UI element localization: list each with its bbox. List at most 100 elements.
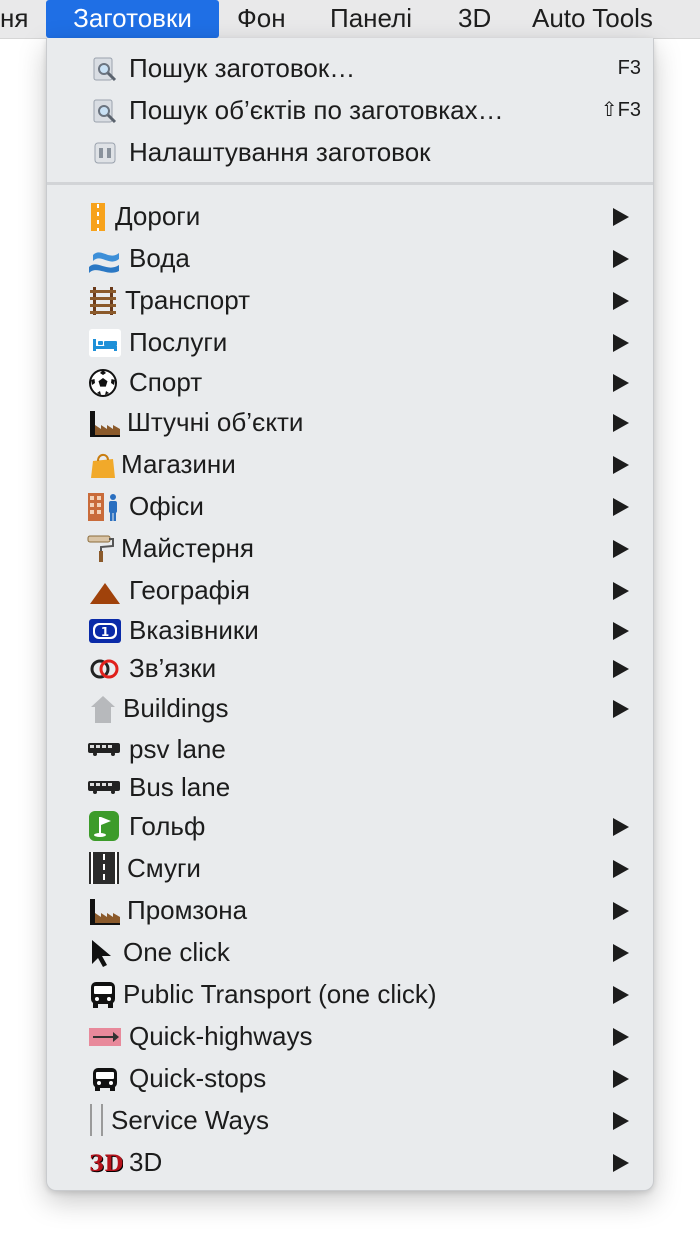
menu-item-label: Buildings <box>123 693 229 723</box>
submenu-arrow-icon <box>613 250 629 268</box>
bed-icon <box>89 329 121 357</box>
menubar-item-panels[interactable]: Панелі <box>330 0 412 38</box>
menu-item-quick-highways[interactable]: Quick-highways <box>47 1016 653 1056</box>
paint-roller-icon <box>87 535 115 563</box>
menu-item-label: Вказівники <box>129 615 259 645</box>
svg-text:1: 1 <box>101 625 109 639</box>
presets-dropdown-menu: Пошук заготовок… F3 Пошук об’єктів по за… <box>46 38 654 1191</box>
menu-item-label: Офіси <box>129 491 204 521</box>
menu-item-golf[interactable]: Гольф <box>47 806 653 846</box>
shortcut-label: F3 <box>617 57 641 79</box>
submenu-arrow-icon <box>613 700 629 718</box>
menu-item-label: Смуги <box>127 853 201 883</box>
submenu-arrow-icon <box>613 860 629 878</box>
menu-item-shops[interactable]: Магазини <box>47 444 653 484</box>
menu-item-geography[interactable]: Географія <box>47 570 653 610</box>
menu-bar: ня Заготовки Фон Панелі 3D Auto Tools <box>0 0 700 39</box>
menu-item-relations[interactable]: Зв’язки <box>47 648 653 688</box>
bus-side-icon <box>87 776 121 796</box>
menu-item-craft[interactable]: Майстерня <box>47 528 653 568</box>
submenu-arrow-icon <box>613 498 629 516</box>
menu-item-buildings[interactable]: Buildings <box>47 688 653 728</box>
menu-item-label: Дороги <box>115 201 201 231</box>
menu-item-label: 3D <box>129 1147 163 1177</box>
golf-flag-icon <box>89 811 119 841</box>
shopping-bag-icon <box>89 451 117 479</box>
menu-item-search-objects[interactable]: Пошук об’єктів по заготовках… ⇧F3 <box>47 90 653 130</box>
menu-item-label: Quick-stops <box>129 1063 267 1093</box>
menu-item-label: Промзона <box>127 895 248 925</box>
submenu-arrow-icon <box>613 902 629 920</box>
menu-item-lanes[interactable]: Смуги <box>47 848 653 888</box>
preset-preferences-icon <box>91 139 119 167</box>
menu-item-search-presets[interactable]: Пошук заготовок… F3 <box>47 48 653 88</box>
menu-item-quick-stops[interactable]: Quick-stops <box>47 1058 653 1098</box>
menu-item-label: Налаштування заготовок <box>129 137 431 167</box>
menu-separator <box>47 182 653 185</box>
submenu-arrow-icon <box>613 540 629 558</box>
railway-icon <box>89 287 117 315</box>
menu-item-label: Вода <box>129 243 190 273</box>
submenu-arrow-icon <box>613 660 629 678</box>
preset-search-icon <box>91 55 119 83</box>
menu-item-label: Послуги <box>129 327 228 357</box>
menubar-item-presets[interactable]: Заготовки <box>46 0 219 38</box>
submenu-arrow-icon <box>613 456 629 474</box>
bus-stop-icon <box>91 1065 119 1093</box>
submenu-arrow-icon <box>613 1070 629 1088</box>
menu-item-service-ways[interactable]: Service Ways <box>47 1100 653 1140</box>
water-icon <box>87 245 121 273</box>
submenu-arrow-icon <box>613 582 629 600</box>
factory-icon <box>89 409 121 437</box>
menu-item-psv-lane[interactable]: psv lane <box>47 732 653 772</box>
bus-side-icon <box>87 738 121 758</box>
menu-item-label: Штучні об’єкти <box>127 407 304 437</box>
menu-item-label: Магазини <box>121 449 236 479</box>
submenu-arrow-icon <box>613 1028 629 1046</box>
menu-item-label: Спорт <box>129 367 203 397</box>
menu-item-services[interactable]: Послуги <box>47 322 653 362</box>
menubar-item-auto-tools[interactable]: Auto Tools <box>532 0 653 38</box>
menu-item-label: Service Ways <box>111 1105 269 1135</box>
menu-item-man-made[interactable]: Штучні об’єкти <box>47 402 653 442</box>
menu-item-label: Пошук заготовок… <box>129 53 356 83</box>
menu-item-public-transport[interactable]: Public Transport (one click) <box>47 974 653 1014</box>
menu-item-offices[interactable]: Офіси <box>47 486 653 526</box>
soccer-ball-icon <box>89 369 117 397</box>
cursor-arrow-icon <box>89 939 117 967</box>
menu-item-one-click[interactable]: One click <box>47 932 653 972</box>
route-shield-icon: 1 <box>89 617 121 645</box>
submenu-arrow-icon <box>613 414 629 432</box>
roads-icon <box>87 203 115 231</box>
menubar-item-3d[interactable]: 3D <box>458 0 491 38</box>
menu-item-sport[interactable]: Спорт <box>47 362 653 402</box>
menu-item-water[interactable]: Вода <box>47 238 653 278</box>
menu-item-transport[interactable]: Транспорт <box>47 280 653 320</box>
menubar-item-imagery[interactable]: Фон <box>237 0 286 38</box>
menu-item-label: Транспорт <box>125 285 251 315</box>
house-icon <box>89 695 117 723</box>
menu-item-3d[interactable]: 3D 3D 3D <box>47 1142 653 1182</box>
object-search-icon <box>91 97 119 125</box>
submenu-arrow-icon <box>613 334 629 352</box>
menu-item-bus-lane[interactable]: Bus lane <box>47 770 653 810</box>
factory-icon <box>89 897 121 925</box>
menu-item-industrial-zone[interactable]: Промзона <box>47 890 653 930</box>
menu-item-label: Bus lane <box>129 772 231 802</box>
submenu-arrow-icon <box>613 622 629 640</box>
menu-item-label: Гольф <box>129 811 206 841</box>
menubar-item-partial[interactable]: ня <box>0 0 28 38</box>
menu-item-label: Географія <box>129 575 250 605</box>
relations-icon <box>89 655 121 683</box>
submenu-arrow-icon <box>613 374 629 392</box>
service-way-icon <box>89 1104 107 1136</box>
submenu-arrow-icon <box>613 1112 629 1130</box>
menu-item-label: Quick-highways <box>129 1021 313 1051</box>
mountain-icon <box>89 577 121 605</box>
menu-item-label: Пошук об’єктів по заготовках… <box>129 95 504 125</box>
menu-item-preset-preferences[interactable]: Налаштування заготовок <box>47 132 653 172</box>
bus-front-icon <box>89 981 117 1009</box>
menu-item-roads[interactable]: Дороги <box>47 196 653 236</box>
submenu-arrow-icon <box>613 208 629 226</box>
menu-item-signposts[interactable]: 1 Вказівники <box>47 610 653 650</box>
